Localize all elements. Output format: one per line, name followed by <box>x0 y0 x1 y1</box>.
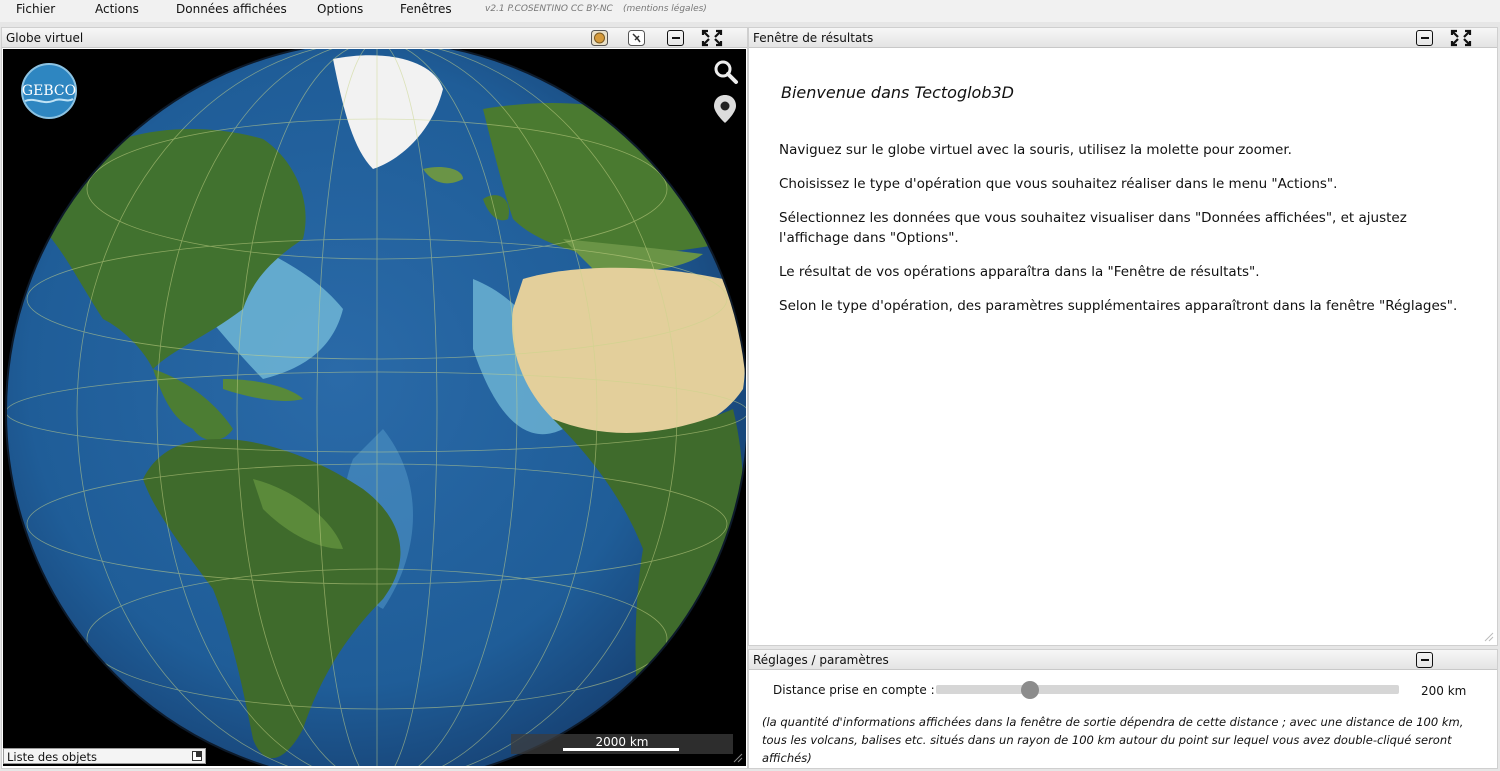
results-panel-title: Fenêtre de résultats <box>753 31 874 45</box>
results-fullscreen-icon[interactable] <box>1450 29 1472 47</box>
results-paragraph: Selon le type d'opération, des paramètre… <box>779 298 1458 314</box>
menu-actions[interactable]: Actions <box>95 2 139 16</box>
scale-label: 2000 km <box>595 735 649 749</box>
objects-list-label: Liste des objets <box>7 750 97 764</box>
location-pin-icon[interactable] <box>714 95 736 123</box>
globe-minimize-icon[interactable] <box>667 30 684 46</box>
results-paragraph: Le résultat de vos opérations apparaîtra… <box>779 264 1260 280</box>
distance-label: Distance prise en compte : <box>773 683 935 697</box>
results-resize-grip-icon[interactable] <box>1484 632 1494 642</box>
results-panel-titlebar: Fenêtre de résultats <box>749 28 1497 48</box>
distance-value: 200 km <box>1421 684 1467 698</box>
distance-slider-track[interactable] <box>936 685 1399 694</box>
menu-fichier[interactable]: Fichier <box>16 2 55 16</box>
globe-layer-icon[interactable] <box>591 30 608 46</box>
globe-fullscreen-icon[interactable] <box>701 29 723 47</box>
objects-list-bar[interactable]: Liste des objets <box>3 748 206 764</box>
scale-bar: 2000 km <box>511 734 733 754</box>
globe-panel-title: Globe virtuel <box>6 31 84 45</box>
menu-donnees-affichees[interactable]: Données affichées <box>176 2 287 16</box>
menu-fenetres[interactable]: Fenêtres <box>400 2 452 16</box>
settings-panel-titlebar: Réglages / paramètres <box>749 650 1497 670</box>
gebco-logo: GEBCO <box>21 63 77 119</box>
version-label: v2.1 P.COSENTINO CC BY-NC <box>485 4 613 14</box>
settings-panel-title: Réglages / paramètres <box>753 653 889 667</box>
satellite-icon[interactable] <box>628 30 645 46</box>
globe-map[interactable]: GEBCO <box>3 49 746 766</box>
globe-panel-titlebar: Globe virtuel <box>2 28 747 48</box>
welcome-heading: Bienvenue dans Tectoglob3D <box>781 83 1014 102</box>
distance-slider-thumb[interactable] <box>1021 681 1039 699</box>
expand-list-icon[interactable] <box>192 751 202 761</box>
results-paragraph: Naviguez sur le globe virtuel avec la so… <box>779 142 1292 158</box>
resize-grip-icon[interactable] <box>733 753 743 763</box>
svg-text:GEBCO: GEBCO <box>22 83 76 99</box>
menu-bar: Fichier Actions Données affichées Option… <box>0 0 1500 22</box>
scale-line <box>563 748 679 751</box>
results-paragraph: Sélectionnez les données que vous souhai… <box>779 210 1407 246</box>
distance-note: (la quantité d'informations affichées da… <box>762 715 1464 765</box>
results-panel: Fenêtre de résultats <box>748 27 1498 646</box>
results-paragraph: Choisissez le type d'opération que vous … <box>779 176 1338 192</box>
menu-options[interactable]: Options <box>317 2 363 16</box>
search-icon[interactable] <box>714 60 738 84</box>
virtual-globe-viewport[interactable]: GEBCO <box>3 49 746 766</box>
settings-minimize-icon[interactable] <box>1416 652 1433 668</box>
legal-link[interactable]: (mentions légales) <box>623 4 707 14</box>
results-minimize-icon[interactable] <box>1416 30 1433 46</box>
